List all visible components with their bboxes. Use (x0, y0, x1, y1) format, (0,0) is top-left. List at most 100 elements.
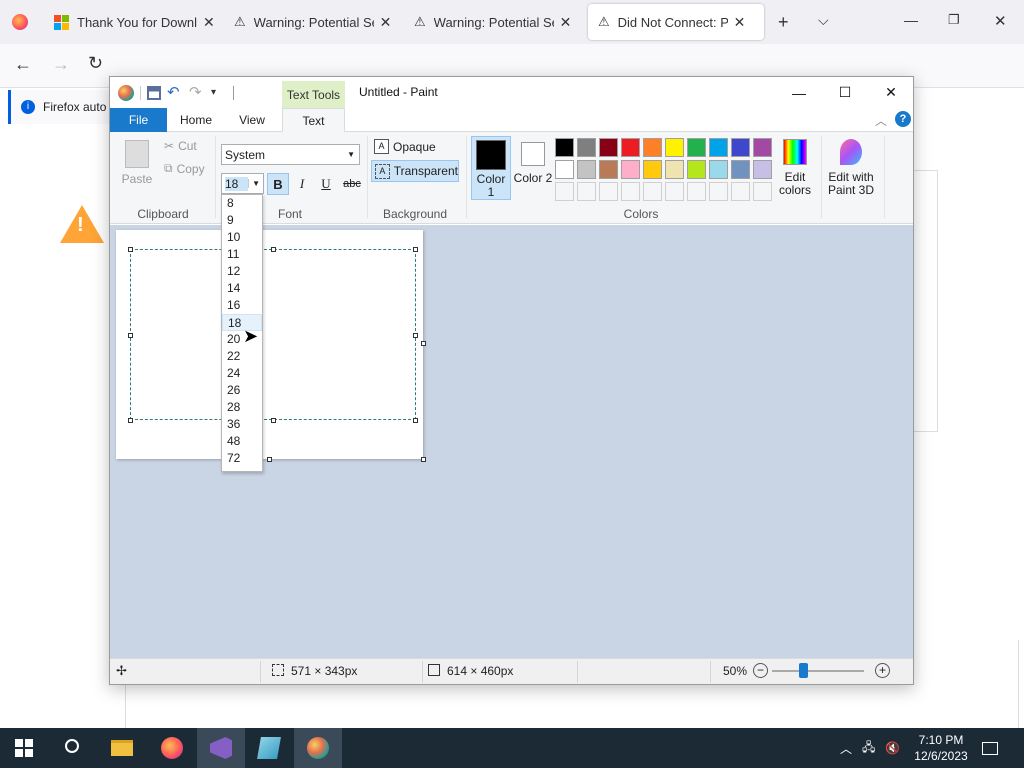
selection-handle[interactable] (271, 247, 276, 252)
list-tabs-chevron-icon[interactable]: ⌵ (818, 12, 829, 29)
tab-file[interactable]: File (110, 108, 167, 132)
bold-button[interactable]: B (267, 173, 289, 195)
taskbar-file-explorer[interactable] (98, 728, 146, 768)
font-size-dropdown[interactable]: 18 ▼ (221, 173, 264, 194)
custom-color-slot[interactable] (687, 182, 706, 201)
network-icon[interactable]: 🖧 (862, 738, 875, 759)
selection-handle[interactable] (128, 418, 133, 423)
new-tab-icon[interactable]: + (778, 12, 789, 33)
color-swatch[interactable] (665, 160, 684, 179)
selection-handle[interactable] (413, 247, 418, 252)
close-tab-icon[interactable]: ✕ (203, 14, 215, 31)
transparent-button[interactable]: A Transparent (371, 160, 459, 182)
color2-button[interactable]: Color 2 (513, 136, 553, 200)
paste-button[interactable]: Paste (119, 137, 155, 189)
color-swatch[interactable] (665, 138, 684, 157)
custom-color-slot[interactable] (621, 182, 640, 201)
color-swatch[interactable] (555, 138, 574, 157)
canvas-resize-handle[interactable] (421, 457, 426, 462)
font-size-option[interactable]: 48 (222, 433, 262, 450)
custom-color-slot[interactable] (643, 182, 662, 201)
start-button[interactable] (0, 728, 48, 768)
browser-close-icon[interactable]: ✕ (994, 12, 1007, 30)
color-swatch[interactable] (577, 160, 596, 179)
color-swatch[interactable] (599, 138, 618, 157)
font-size-option[interactable]: 12 (222, 263, 262, 280)
taskbar-firefox[interactable] (148, 728, 196, 768)
font-size-option[interactable]: 22 (222, 348, 262, 365)
taskbar-visual-studio[interactable] (197, 728, 245, 768)
cut-button[interactable]: ✂ Cut (164, 139, 197, 153)
font-size-option[interactable]: 9 (222, 212, 262, 229)
reload-icon[interactable]: ↻ (88, 53, 103, 74)
zoom-out-icon[interactable]: − (753, 663, 768, 678)
color1-button[interactable]: Color 1 (471, 136, 511, 200)
edit-colors-button[interactable]: Edit colors (775, 136, 815, 200)
tab-view[interactable]: View (230, 108, 274, 132)
forward-arrow-icon[interactable]: → (52, 54, 70, 75)
selection-handle[interactable] (128, 333, 133, 338)
font-size-option[interactable]: 8 (222, 195, 262, 212)
help-icon[interactable]: ? (895, 111, 911, 127)
color-swatch[interactable] (687, 160, 706, 179)
font-size-option[interactable]: 72 (222, 450, 262, 467)
color-swatch[interactable] (555, 160, 574, 179)
show-hidden-icons-chevron-icon[interactable]: ︿ (840, 740, 852, 757)
browser-tab[interactable]: Thank You for Downlo ✕ (44, 4, 225, 40)
custom-color-slot[interactable] (665, 182, 684, 201)
font-family-dropdown[interactable]: System ▼ (221, 144, 360, 165)
browser-minimize-icon[interactable]: — (904, 12, 918, 28)
custom-color-slot[interactable] (555, 182, 574, 201)
redo-icon[interactable]: ↷ (189, 85, 205, 101)
browser-tab[interactable]: ⚠ Warning: Potential Sec ✕ (404, 4, 581, 40)
tab-home[interactable]: Home (173, 108, 219, 132)
font-size-option[interactable]: 16 (222, 297, 262, 314)
minimize-ribbon-chevron-icon[interactable]: ︿ (875, 112, 887, 129)
color-swatch[interactable] (643, 160, 662, 179)
tab-text[interactable]: Text (282, 108, 345, 133)
undo-icon[interactable]: ↶ (167, 85, 183, 101)
close-button[interactable]: ✕ (868, 77, 914, 108)
color-swatch[interactable] (621, 138, 640, 157)
browser-tab[interactable]: ⚠ Warning: Potential Sec ✕ (224, 4, 401, 40)
save-icon[interactable] (147, 86, 161, 100)
customize-qat-icon[interactable]: ▾ (211, 85, 227, 101)
color-swatch[interactable] (599, 160, 618, 179)
zoom-slider-track[interactable] (772, 670, 864, 672)
custom-color-slot[interactable] (599, 182, 618, 201)
selection-handle[interactable] (271, 418, 276, 423)
selection-handle[interactable] (413, 333, 418, 338)
color-swatch[interactable] (731, 160, 750, 179)
zoom-slider-thumb[interactable] (798, 663, 808, 678)
custom-color-slot[interactable] (753, 182, 772, 201)
color-swatch[interactable] (753, 160, 772, 179)
color-swatch[interactable] (577, 138, 596, 157)
search-button[interactable] (48, 728, 96, 768)
browser-tab-active[interactable]: ⚠ Did Not Connect: Pote ✕ (588, 4, 764, 40)
selection-handle[interactable] (413, 418, 418, 423)
font-size-option[interactable]: 36 (222, 416, 262, 433)
notifications-button[interactable] (982, 728, 998, 768)
custom-color-slot[interactable] (577, 182, 596, 201)
firefox-logo-icon[interactable] (12, 14, 28, 30)
browser-restore-icon[interactable]: ❐ (948, 12, 960, 28)
selection-handle[interactable] (128, 247, 133, 252)
font-size-option[interactable]: 14 (222, 280, 262, 297)
color-swatch[interactable] (731, 138, 750, 157)
text-selection-box[interactable] (130, 249, 416, 420)
paint-app-icon[interactable] (118, 85, 134, 101)
close-tab-icon[interactable]: ✕ (380, 14, 392, 31)
color-swatch[interactable] (753, 138, 772, 157)
back-arrow-icon[interactable]: ← (14, 54, 32, 75)
edit-with-paint3d-button[interactable]: Edit with Paint 3D (825, 136, 877, 200)
canvas-resize-handle[interactable] (421, 341, 426, 346)
color-swatch[interactable] (709, 160, 728, 179)
minimize-button[interactable]: — (776, 77, 822, 108)
clock[interactable]: 7:10 PM 12/6/2023 (910, 728, 972, 768)
custom-color-slot[interactable] (731, 182, 750, 201)
canvas-resize-handle[interactable] (267, 457, 272, 462)
font-size-option[interactable]: 28 (222, 399, 262, 416)
close-tab-icon[interactable]: ✕ (734, 14, 746, 31)
font-size-option[interactable]: 26 (222, 382, 262, 399)
color-swatch[interactable] (709, 138, 728, 157)
